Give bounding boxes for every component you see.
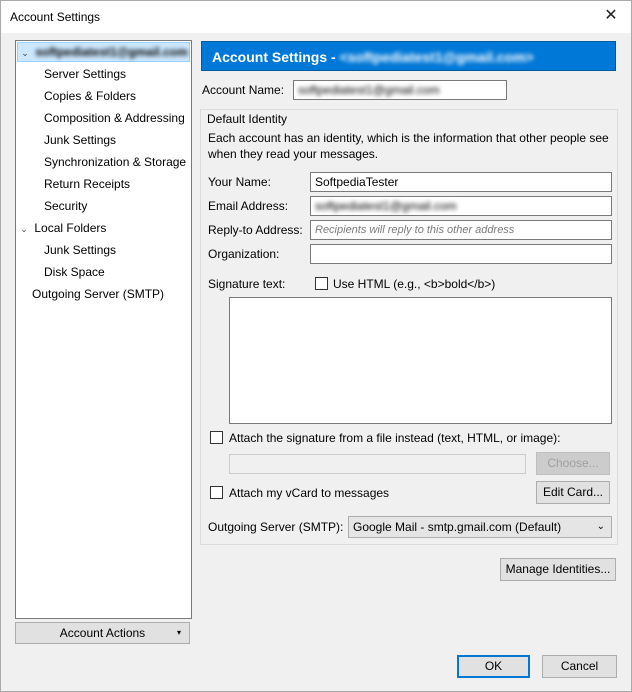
tree-item-local-junk[interactable]: Junk Settings (44, 240, 116, 260)
organization-input[interactable] (310, 244, 612, 264)
choose-file-button[interactable]: Choose... (536, 452, 610, 475)
email-value: softpediatest1@gmail.com (315, 199, 457, 213)
tree-local-folders-label: Local Folders (34, 221, 107, 235)
outgoing-server-value: Google Mail - smtp.gmail.com (Default) (353, 520, 562, 534)
email-label: Email Address: (208, 199, 289, 213)
header-account: <softpediatest1@gmail.com> (339, 49, 534, 65)
tree-item-security[interactable]: Security (44, 196, 87, 216)
tree-item-copies-folders[interactable]: Copies & Folders (44, 86, 136, 106)
attach-signature-checkbox[interactable] (210, 431, 223, 444)
account-name-label: Account Name: (202, 83, 285, 97)
chevron-down-icon[interactable]: ⌄ (17, 219, 31, 239)
organization-label: Organization: (208, 247, 280, 261)
ok-button[interactable]: OK (457, 655, 530, 678)
manage-identities-button[interactable]: Manage Identities... (500, 558, 616, 581)
outgoing-server-select[interactable]: Google Mail - smtp.gmail.com (Default) ⌄ (348, 516, 612, 538)
tree-item-account[interactable]: ⌄ softpediatest1@gmail.com (17, 42, 190, 62)
reply-to-input[interactable]: Recipients will reply to this other addr… (310, 220, 612, 240)
use-html-label: Use HTML (e.g., <b>bold</b>) (333, 277, 496, 291)
account-actions-label: Account Actions (59, 626, 146, 640)
account-name-input[interactable]: softpediatest1@gmail.com (293, 80, 507, 100)
header-prefix: Account Settings - (212, 49, 340, 65)
tree-item-synchronization[interactable]: Synchronization & Storage (44, 152, 186, 172)
attach-signature-label: Attach the signature from a file instead… (229, 431, 561, 445)
account-tree: ⌄ softpediatest1@gmail.com Server Settin… (15, 40, 192, 619)
tree-item-local-folders[interactable]: ⌄ Local Folders (17, 218, 106, 238)
signature-textarea[interactable] (229, 297, 612, 424)
attach-vcard-label: Attach my vCard to messages (229, 486, 390, 500)
email-input[interactable]: softpediatest1@gmail.com (310, 196, 612, 216)
chevron-down-icon: ⌄ (596, 521, 605, 532)
account-settings-window: Account Settings ✕ ⌄ softpediatest1@gmai… (0, 0, 632, 692)
your-name-input[interactable]: SoftpediaTester (310, 172, 612, 192)
edit-card-button[interactable]: Edit Card... (536, 481, 610, 504)
tree-item-return-receipts[interactable]: Return Receipts (44, 174, 130, 194)
cancel-button[interactable]: Cancel (542, 655, 617, 678)
chevron-down-icon[interactable]: ⌄ (18, 44, 32, 62)
tree-item-disk-space[interactable]: Disk Space (44, 262, 105, 282)
signature-label: Signature text: (208, 277, 286, 291)
default-identity-title: Default Identity (205, 111, 290, 127)
identity-description: Each account has an identity, which is t… (208, 131, 609, 161)
dropdown-arrow-icon: ▾ (176, 628, 181, 637)
tree-item-outgoing-server[interactable]: Outgoing Server (SMTP) (32, 284, 164, 304)
tree-item-composition[interactable]: Composition & Addressing (44, 108, 185, 128)
account-actions-button[interactable]: Account Actions ▾ (15, 622, 190, 644)
reply-to-label: Reply-to Address: (208, 223, 303, 237)
settings-header: Account Settings - <softpediatest1@gmail… (201, 41, 616, 71)
signature-file-input[interactable] (229, 454, 526, 474)
title-bar: Account Settings ✕ (1, 1, 631, 33)
tree-account-label: softpediatest1@gmail.com (35, 45, 188, 59)
attach-vcard-checkbox[interactable] (210, 486, 223, 499)
tree-item-junk-settings[interactable]: Junk Settings (44, 130, 116, 150)
window-title: Account Settings (10, 10, 101, 24)
close-icon[interactable]: ✕ (591, 1, 631, 33)
your-name-label: Your Name: (208, 175, 271, 189)
outgoing-server-label: Outgoing Server (SMTP): (208, 520, 344, 534)
account-name-value: softpediatest1@gmail.com (298, 83, 440, 97)
tree-item-server-settings[interactable]: Server Settings (44, 64, 126, 84)
use-html-checkbox[interactable] (315, 277, 328, 290)
